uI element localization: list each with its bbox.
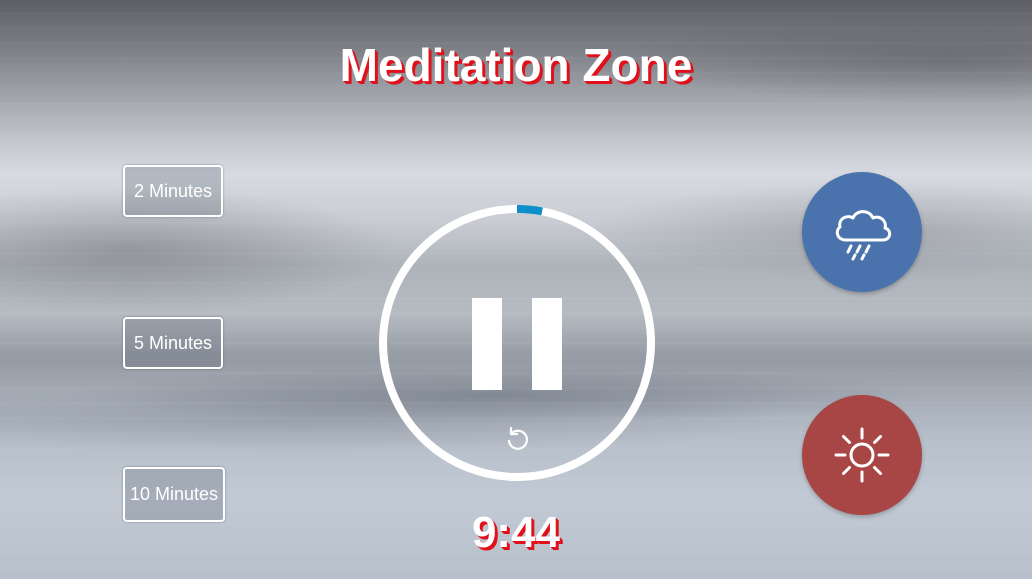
rain-scene-button[interactable] <box>802 172 922 292</box>
reset-button[interactable] <box>502 424 532 454</box>
timer-display: 9:44 <box>471 508 561 557</box>
pause-bar-right <box>532 298 562 390</box>
reset-icon <box>507 426 529 450</box>
sun-icon <box>834 427 890 483</box>
duration-2-minutes-button[interactable]: 2 Minutes <box>123 165 223 217</box>
pause-bar-left <box>472 298 502 390</box>
timer-progress-arc <box>516 205 543 216</box>
sun-scene-button[interactable] <box>802 395 922 515</box>
duration-5-minutes-button[interactable]: 5 Minutes <box>123 317 223 369</box>
rain-cloud-icon <box>835 210 892 261</box>
pause-button[interactable] <box>470 298 565 390</box>
page-title: Meditation Zone <box>339 39 693 91</box>
